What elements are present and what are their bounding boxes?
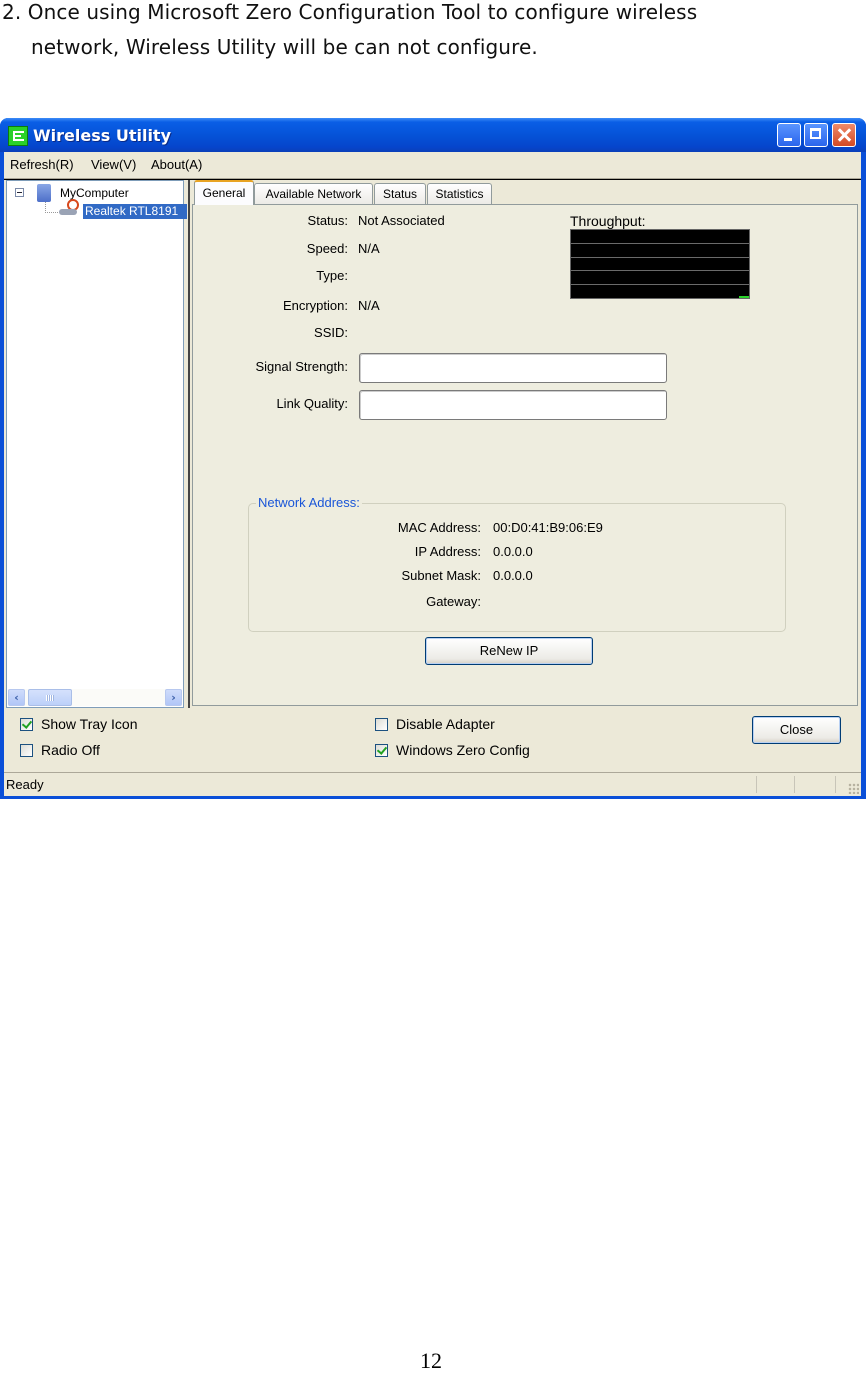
mac-address-label: MAC Address: [397, 520, 481, 535]
app-icon [8, 126, 28, 146]
tree-item-adapter[interactable]: Realtek RTL8191 [83, 204, 187, 219]
status-pane-divider [794, 776, 795, 793]
type-label: Type: [316, 268, 348, 283]
device-tree[interactable]: MyComputer Realtek RTL8191 ‹ › [6, 180, 187, 708]
checkbox-checked-icon[interactable] [375, 744, 388, 757]
general-panel: Status: Not Associated Speed: N/A Type: … [192, 204, 858, 706]
link-quality-label: Link Quality: [276, 396, 348, 411]
graph-gridline [571, 243, 749, 244]
throughput-label: Throughput: [570, 213, 646, 229]
close-button[interactable]: Close [752, 716, 841, 744]
client-area: Refresh(R) View(V) About(A) MyComputer R… [4, 152, 861, 796]
link-quality-bar [359, 390, 667, 420]
maximize-button[interactable] [804, 123, 828, 147]
menu-refresh[interactable]: Refresh(R) [10, 157, 74, 172]
gateway-label: Gateway: [426, 594, 481, 609]
graph-gridline [571, 257, 749, 258]
graph-gridline [571, 270, 749, 271]
status-bar: Ready [4, 772, 861, 796]
page-number: 12 [420, 1348, 442, 1373]
tab-general[interactable]: General [194, 180, 254, 205]
resize-grip-icon[interactable] [848, 783, 859, 794]
encryption-value: N/A [358, 298, 380, 313]
scroll-right-icon[interactable]: › [165, 689, 182, 706]
instruction-line-2: network, Wireless Utility will be can no… [31, 35, 538, 59]
horizontal-scrollbar[interactable]: ‹ › [8, 689, 182, 706]
throughput-trace [739, 296, 749, 298]
status-pane-divider [835, 776, 836, 793]
checkbox-checked-icon[interactable] [20, 718, 33, 731]
collapse-icon[interactable] [15, 188, 24, 197]
wireless-utility-window: Wireless Utility Refresh(R) View(V) Abou… [0, 118, 866, 799]
tree-item-mycomputer[interactable]: MyComputer [60, 186, 129, 200]
graph-gridline [571, 284, 749, 285]
speed-label: Speed: [306, 241, 348, 256]
tab-control: General Available Network Status Statist… [188, 180, 861, 708]
throughput-graph [570, 229, 750, 299]
network-address-group: Network Address: MAC Address: 00:D0:41:B… [248, 495, 786, 632]
title-bar[interactable]: Wireless Utility [0, 118, 866, 152]
speed-value: N/A [358, 241, 380, 256]
ssid-label: SSID: [314, 325, 348, 340]
menu-bar: Refresh(R) View(V) About(A) [4, 152, 861, 179]
checkbox-unchecked-icon[interactable] [20, 744, 33, 757]
status-label: Status: [307, 213, 348, 228]
computer-icon [37, 184, 51, 202]
menu-about[interactable]: About(A) [151, 157, 202, 172]
ip-address-label: IP Address: [414, 544, 481, 559]
subnet-mask-label: Subnet Mask: [401, 568, 482, 583]
minimize-button[interactable] [777, 123, 801, 147]
ip-address-value: 0.0.0.0 [493, 544, 533, 559]
window-title: Wireless Utility [33, 126, 171, 145]
status-pane-divider [756, 776, 757, 793]
tab-available-network[interactable]: Available Network [254, 183, 373, 204]
network-address-title: Network Address: [256, 495, 362, 510]
mac-address-value: 00:D0:41:B9:06:E9 [493, 520, 603, 535]
renew-ip-button[interactable]: ReNew IP [425, 637, 593, 665]
status-text: Ready [6, 777, 44, 792]
status-value: Not Associated [358, 213, 445, 228]
signal-strength-bar [359, 353, 667, 383]
encryption-label: Encryption: [282, 298, 348, 313]
scroll-thumb[interactable] [28, 689, 72, 706]
tab-statistics[interactable]: Statistics [427, 183, 492, 204]
close-window-button[interactable] [832, 123, 856, 147]
menu-view[interactable]: View(V) [91, 157, 136, 172]
tree-connector [45, 202, 58, 213]
subnet-mask-value: 0.0.0.0 [493, 568, 533, 583]
signal-strength-label: Signal Strength: [255, 359, 348, 374]
tab-status[interactable]: Status [374, 183, 426, 204]
scroll-left-icon[interactable]: ‹ [8, 689, 25, 706]
wireless-adapter-icon [59, 199, 81, 215]
instruction-line-1: 2. Once using Microsoft Zero Configurati… [2, 0, 698, 24]
checkbox-unchecked-icon[interactable] [375, 718, 388, 731]
